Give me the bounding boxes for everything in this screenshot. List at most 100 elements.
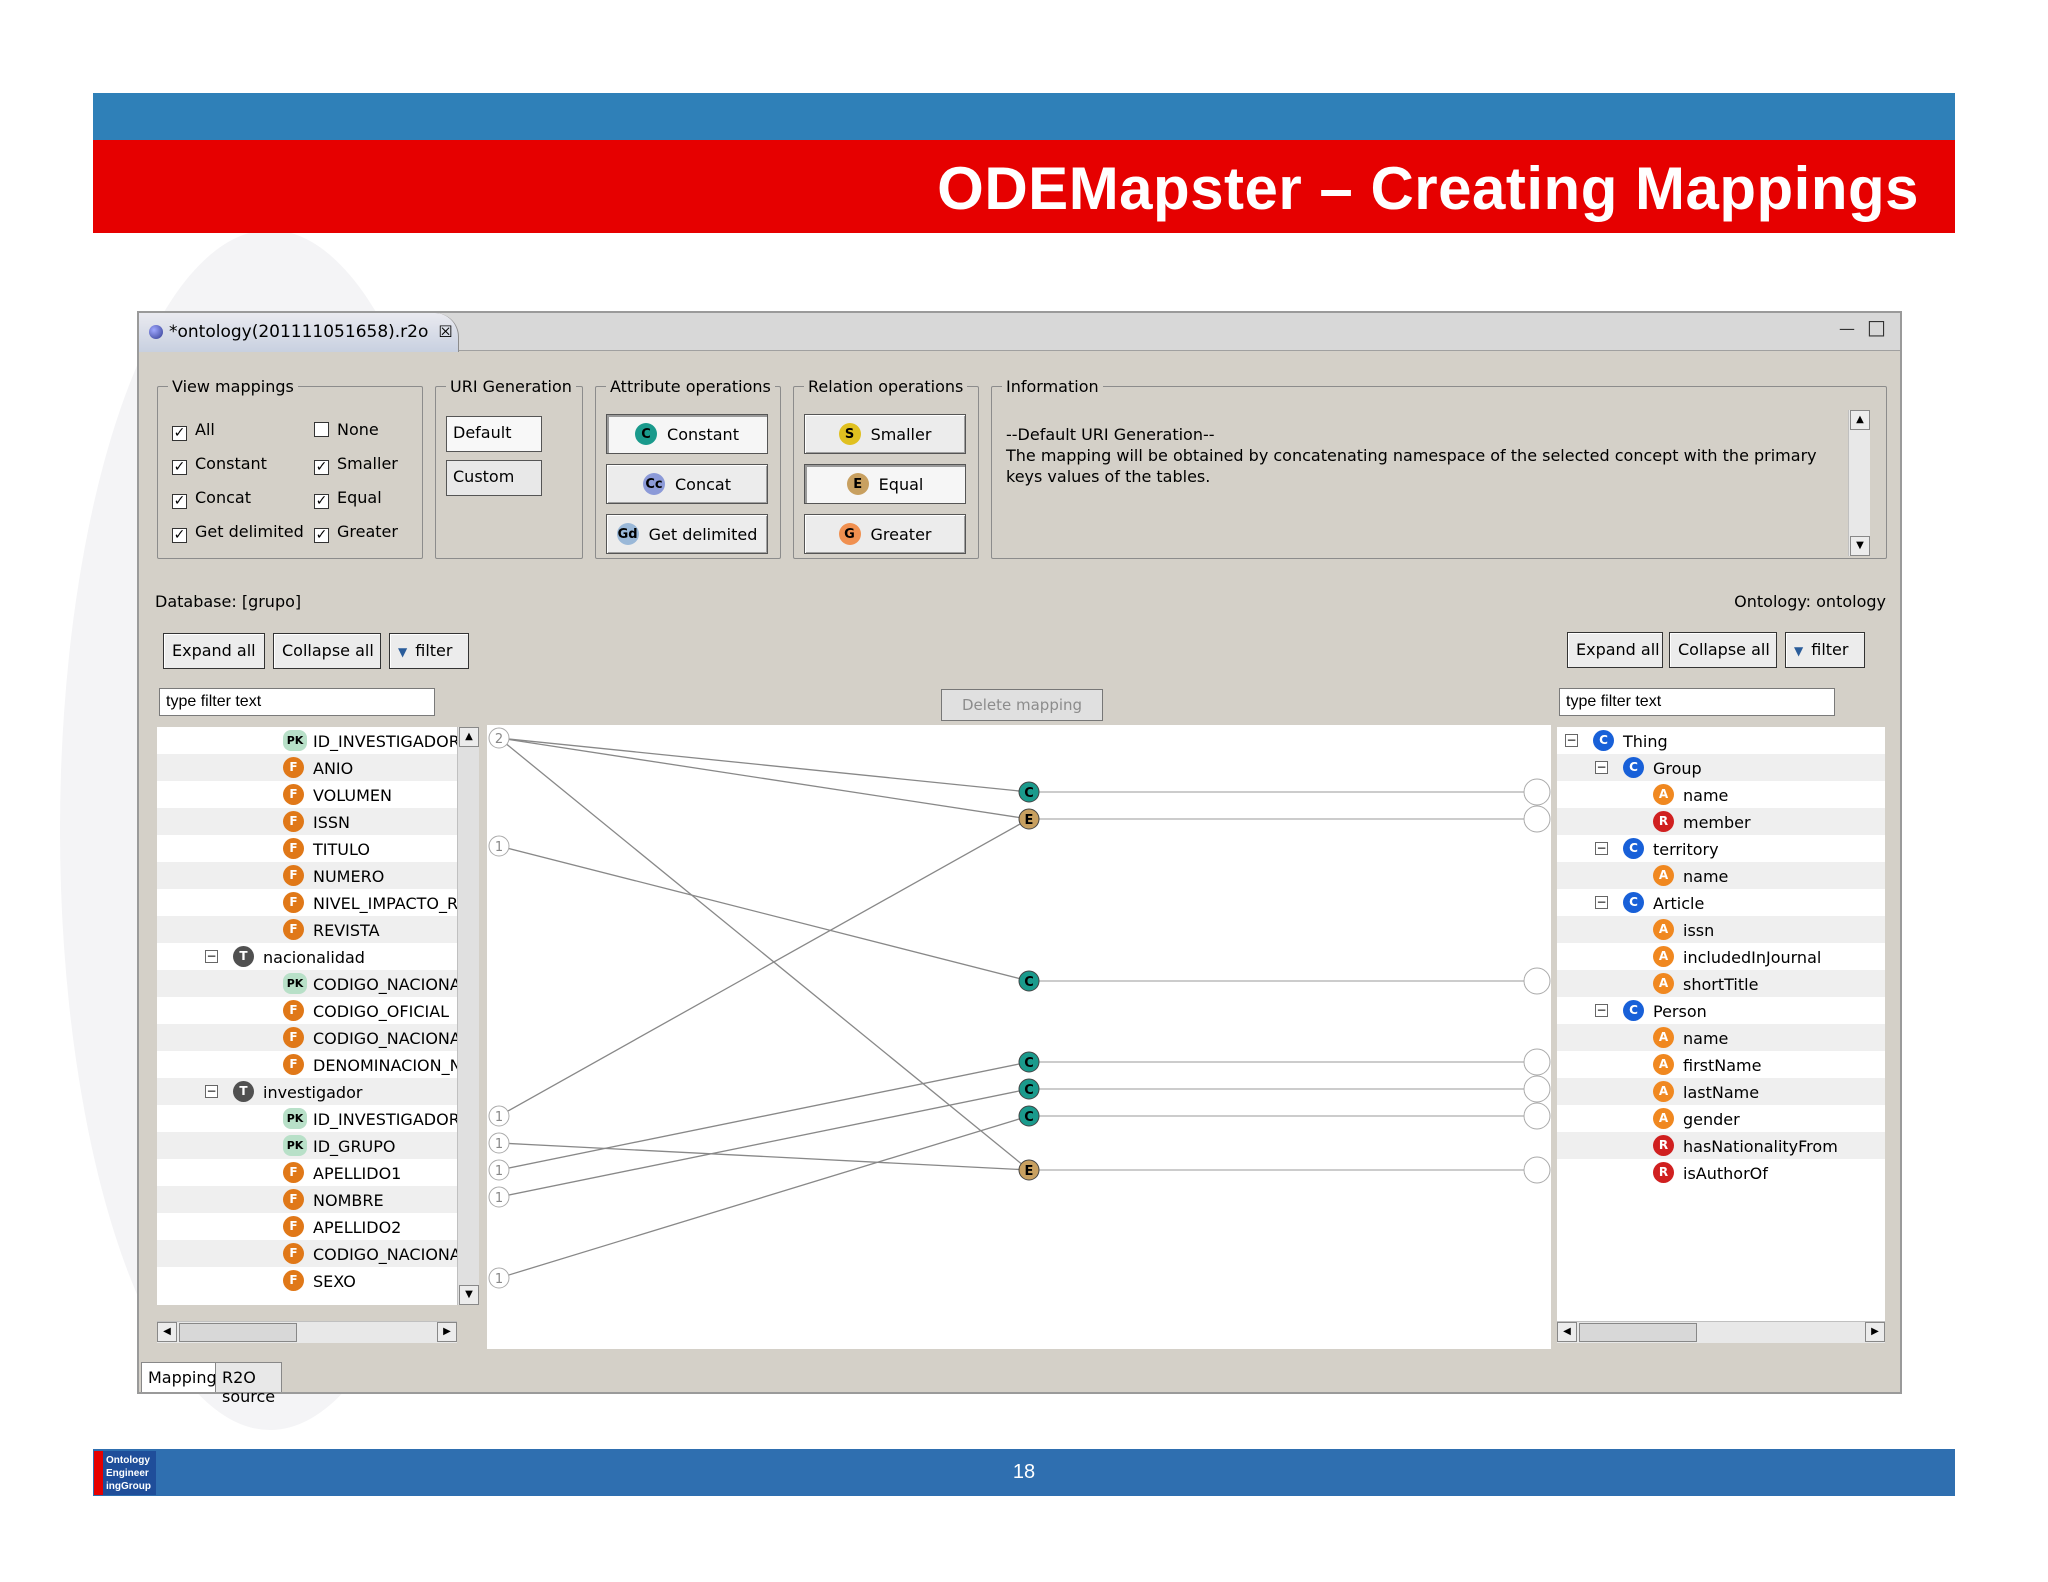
collapse-toggle-icon[interactable]: − bbox=[1565, 734, 1578, 747]
source-badge[interactable]: 1 bbox=[488, 835, 510, 857]
db-row[interactable]: F NUMERO bbox=[157, 862, 457, 889]
db-row[interactable]: F NOMBRE bbox=[157, 1186, 457, 1213]
get-delimited-operation-button[interactable]: Gd Get delimited bbox=[606, 514, 768, 554]
db-row[interactable]: F TITULO bbox=[157, 835, 457, 862]
checkbox-smaller[interactable]: ✓ Smaller bbox=[314, 454, 398, 475]
onto-row[interactable]: − C Person bbox=[1557, 997, 1885, 1024]
db-row[interactable]: F CODIGO_NACIONALI bbox=[157, 1024, 457, 1051]
scroll-up-icon[interactable]: ▲ bbox=[1850, 410, 1870, 430]
scroll-left-icon[interactable]: ◀ bbox=[157, 1322, 177, 1342]
operator-node[interactable]: E bbox=[1018, 1159, 1040, 1181]
mapping-line[interactable] bbox=[498, 737, 1030, 793]
constant-operation-button[interactable]: C Constant bbox=[606, 414, 768, 454]
db-collapse-all-button[interactable]: Collapse all bbox=[273, 633, 381, 669]
db-row[interactable]: PK ID_GRUPO bbox=[157, 1132, 457, 1159]
concat-operation-button[interactable]: Cc Concat bbox=[606, 464, 768, 504]
onto-row[interactable]: Aname bbox=[1557, 1024, 1885, 1051]
scroll-down-icon[interactable]: ▼ bbox=[459, 1285, 479, 1305]
scrollbar-thumb[interactable] bbox=[1579, 1323, 1697, 1342]
checkbox-none[interactable]: None bbox=[314, 420, 379, 439]
collapse-toggle-icon[interactable]: − bbox=[205, 1085, 218, 1098]
onto-row[interactable]: RisAuthorOf bbox=[1557, 1159, 1885, 1186]
mapping-line[interactable] bbox=[498, 737, 1030, 820]
checkbox-greater[interactable]: ✓ Greater bbox=[314, 522, 398, 543]
editor-tab[interactable]: *ontology(201111051658).r2o ☒ bbox=[139, 313, 459, 352]
information-scrollbar[interactable]: ▲ ▼ bbox=[1848, 410, 1870, 556]
mapping-line[interactable] bbox=[498, 1115, 1030, 1279]
onto-tree-hscrollbar[interactable]: ◀ ▶ bbox=[1557, 1321, 1885, 1343]
db-row[interactable]: F APELLIDO1 bbox=[157, 1159, 457, 1186]
onto-row[interactable]: − Cterritory bbox=[1557, 835, 1885, 862]
mapping-line[interactable] bbox=[498, 818, 1030, 1117]
close-tab-icon[interactable]: ☒ bbox=[438, 322, 452, 341]
delete-mapping-button[interactable]: Delete mapping bbox=[941, 689, 1103, 721]
scroll-right-icon[interactable]: ▶ bbox=[1865, 1322, 1885, 1342]
db-row[interactable]: F APELLIDO2 bbox=[157, 1213, 457, 1240]
target-endpoint[interactable] bbox=[1523, 967, 1551, 995]
db-row[interactable]: F CODIGO_NACIONALI bbox=[157, 1240, 457, 1267]
checkbox-concat[interactable]: ✓ Concat bbox=[172, 488, 251, 509]
db-row[interactable]: − Tinvestigador bbox=[157, 1078, 457, 1105]
checkbox-equal[interactable]: ✓ Equal bbox=[314, 488, 382, 509]
onto-row[interactable]: RhasNationalityFrom bbox=[1557, 1132, 1885, 1159]
db-row[interactable]: F NIVEL_IMPACTO_REV bbox=[157, 889, 457, 916]
onto-row[interactable]: AincludedInJournal bbox=[1557, 943, 1885, 970]
operator-node[interactable]: C bbox=[1018, 1105, 1040, 1127]
db-row[interactable]: − Tnacionalidad bbox=[157, 943, 457, 970]
db-row[interactable]: F SEXO bbox=[157, 1267, 457, 1294]
mapping-lines[interactable]: 2111111CECCCCE bbox=[487, 725, 1551, 1349]
tab-r2o-source[interactable]: R2O source bbox=[215, 1362, 283, 1406]
onto-row[interactable]: Agender bbox=[1557, 1105, 1885, 1132]
source-badge[interactable]: 2 bbox=[488, 727, 510, 749]
checkbox-all[interactable]: ✓ All bbox=[172, 420, 215, 441]
operator-node[interactable]: E bbox=[1018, 808, 1040, 830]
onto-expand-all-button[interactable]: Expand all bbox=[1567, 632, 1663, 668]
scroll-up-icon[interactable]: ▲ bbox=[459, 727, 479, 747]
db-row[interactable]: F VOLUMEN bbox=[157, 781, 457, 808]
uri-default-button[interactable]: Default bbox=[446, 416, 542, 452]
target-endpoint[interactable] bbox=[1523, 805, 1551, 833]
db-filter-input[interactable] bbox=[159, 688, 435, 716]
operator-node[interactable]: C bbox=[1018, 1051, 1040, 1073]
onto-row[interactable]: − C Article bbox=[1557, 889, 1885, 916]
checkbox-constant[interactable]: ✓ Constant bbox=[172, 454, 267, 475]
onto-row[interactable]: Rmember bbox=[1557, 808, 1885, 835]
mapping-line[interactable] bbox=[498, 845, 1030, 982]
operator-node[interactable]: C bbox=[1018, 970, 1040, 992]
checkbox-get-delimited[interactable]: ✓ Get delimited bbox=[172, 522, 304, 543]
db-row[interactable]: PK ID_INVESTIGADOR bbox=[157, 1105, 457, 1132]
onto-row[interactable]: AfirstName bbox=[1557, 1051, 1885, 1078]
db-row[interactable]: F REVISTA bbox=[157, 916, 457, 943]
greater-operation-button[interactable]: G Greater bbox=[804, 514, 966, 554]
mapping-line[interactable] bbox=[498, 1142, 1030, 1171]
onto-row[interactable]: AshortTitle bbox=[1557, 970, 1885, 997]
source-badge[interactable]: 1 bbox=[488, 1159, 510, 1181]
mapping-canvas[interactable]: 2111111CECCCCE bbox=[487, 725, 1551, 1349]
db-row[interactable]: PK ID_INVESTIGADOR bbox=[157, 727, 457, 754]
db-row[interactable]: F ISSN bbox=[157, 808, 457, 835]
onto-filter-input[interactable] bbox=[1559, 688, 1835, 716]
source-badge[interactable]: 1 bbox=[488, 1105, 510, 1127]
onto-filter-button[interactable]: ▼ filter bbox=[1785, 632, 1865, 668]
onto-row[interactable]: Aname bbox=[1557, 781, 1885, 808]
ontology-tree[interactable]: − C Thing − C Group Aname Rmember − Cterritory Ana… bbox=[1557, 727, 1885, 1321]
target-endpoint[interactable] bbox=[1523, 1156, 1551, 1184]
source-badge[interactable]: 1 bbox=[488, 1267, 510, 1289]
db-expand-all-button[interactable]: Expand all bbox=[163, 633, 265, 669]
db-row[interactable]: PK CODIGO_NACIONALI bbox=[157, 970, 457, 997]
minimize-icon[interactable]: — bbox=[1839, 319, 1855, 338]
onto-row[interactable]: Aissn bbox=[1557, 916, 1885, 943]
collapse-toggle-icon[interactable]: − bbox=[205, 950, 218, 963]
db-filter-button[interactable]: ▼ filter bbox=[389, 633, 469, 669]
target-endpoint[interactable] bbox=[1523, 778, 1551, 806]
onto-row[interactable]: Aname bbox=[1557, 862, 1885, 889]
onto-row[interactable]: − C Group bbox=[1557, 754, 1885, 781]
target-endpoint[interactable] bbox=[1523, 1102, 1551, 1130]
maximize-icon[interactable]: □ bbox=[1867, 315, 1886, 339]
mapping-line[interactable] bbox=[498, 1088, 1030, 1198]
db-row[interactable]: F ANIO bbox=[157, 754, 457, 781]
db-row[interactable]: F CODIGO_OFICIAL bbox=[157, 997, 457, 1024]
collapse-toggle-icon[interactable]: − bbox=[1595, 761, 1608, 774]
onto-row[interactable]: AlastName bbox=[1557, 1078, 1885, 1105]
db-tree-vscrollbar[interactable]: ▲ ▼ bbox=[457, 727, 479, 1305]
